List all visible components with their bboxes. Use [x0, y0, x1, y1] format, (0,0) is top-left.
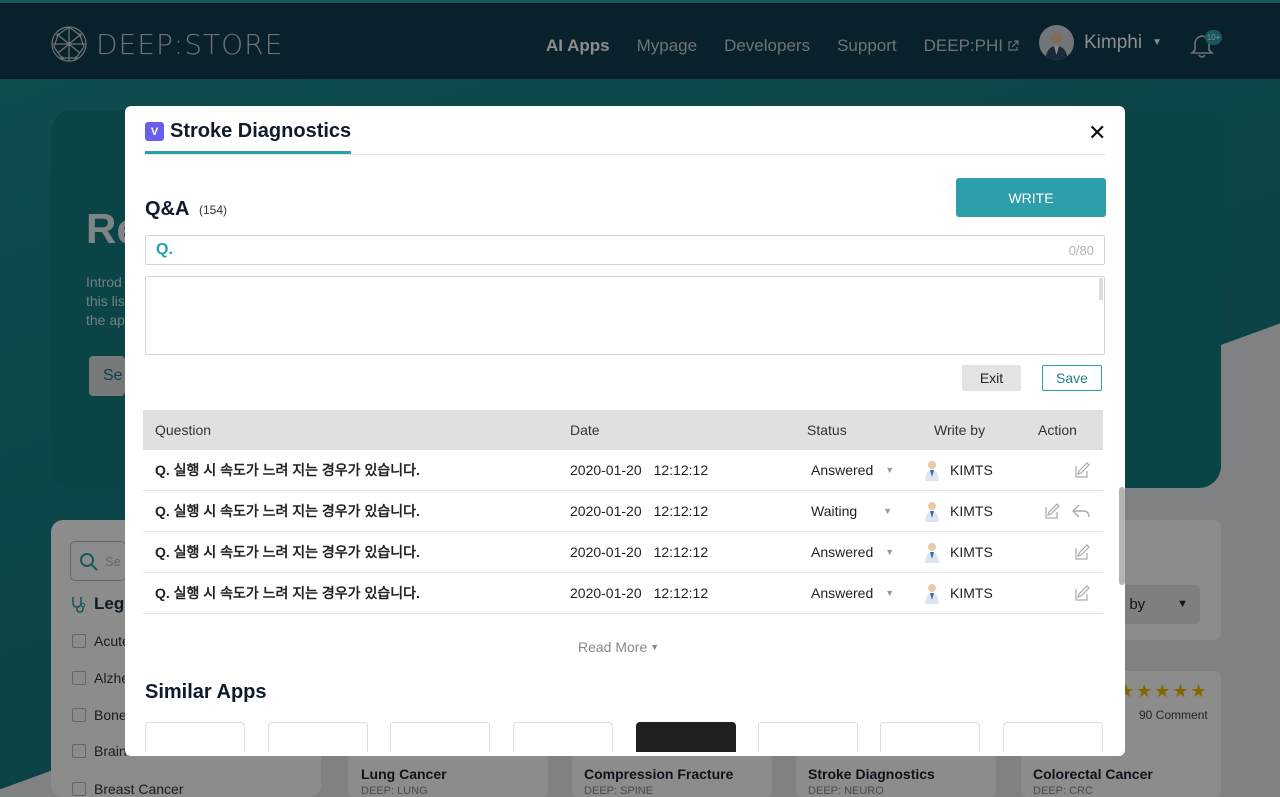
doctor-avatar-icon [925, 584, 939, 604]
similar-apps-title: Similar Apps [145, 681, 267, 703]
edit-icon[interactable] [1073, 584, 1091, 602]
writer-name: KIMTS [950, 503, 993, 519]
column-header-date: Date [570, 422, 600, 438]
qa-section-title: Q&A [145, 198, 190, 220]
edit-icon[interactable] [1043, 502, 1061, 520]
exit-button[interactable]: Exit [962, 365, 1021, 391]
question-text[interactable]: Q. 실행 시 속도가 느려 지는 경우가 있습니다. [143, 542, 558, 562]
save-button[interactable]: Save [1042, 365, 1102, 391]
date-value: 2020-01-20 [570, 585, 642, 601]
similar-app-card[interactable] [758, 722, 858, 752]
modal-scrollbar[interactable] [1119, 487, 1125, 585]
question-date: 2020-01-20 12:12:12 [558, 544, 795, 560]
status-value: Waiting [811, 503, 858, 519]
question-field[interactable]: Q. 0/80 [145, 235, 1105, 265]
column-header-question: Question [155, 422, 212, 438]
qa-table: Question Date Status Write by Action Q. … [143, 410, 1103, 614]
writer-name: KIMTS [950, 585, 993, 601]
date-value: 2020-01-20 [570, 544, 642, 560]
title-divider [145, 154, 1105, 155]
close-icon[interactable]: ✕ [1088, 122, 1106, 144]
row-actions [1030, 584, 1103, 602]
similar-app-card[interactable] [390, 722, 490, 752]
table-row[interactable]: Q. 실행 시 속도가 느려 지는 경우가 있습니다. 2020-01-20 12… [143, 450, 1103, 491]
edit-icon[interactable] [1073, 461, 1091, 479]
question-date: 2020-01-20 12:12:12 [558, 503, 795, 519]
writer-name: KIMTS [950, 462, 993, 478]
time-value: 12:12:12 [653, 585, 709, 601]
read-more-button[interactable]: Read More ▼ [578, 639, 659, 655]
question-text[interactable]: Q. 실행 시 속도가 느려 지는 경우가 있습니다. [143, 583, 558, 603]
doctor-avatar-icon [925, 461, 939, 481]
table-row[interactable]: Q. 실행 시 속도가 느려 지는 경우가 있습니다. 2020-01-20 12… [143, 573, 1103, 614]
status-value: Answered [811, 544, 874, 560]
modal-title: Stroke Diagnostics [170, 120, 352, 142]
caret-down-icon: ▼ [883, 506, 893, 516]
qa-modal: V Stroke Diagnostics ✕ Q&A (154) WRITE Q… [125, 106, 1125, 756]
table-row[interactable]: Q. 실행 시 속도가 느려 지는 경우가 있습니다. 2020-01-20 12… [143, 532, 1103, 573]
qa-count: (154) [199, 203, 228, 217]
row-actions [1030, 461, 1103, 479]
question-text[interactable]: Q. 실행 시 속도가 느려 지는 경우가 있습니다. [143, 460, 558, 480]
writer: KIMTS [924, 500, 1030, 522]
similar-app-card[interactable] [1003, 722, 1103, 752]
time-value: 12:12:12 [653, 503, 709, 519]
app-icon: V [145, 122, 164, 141]
writer: KIMTS [924, 582, 1030, 604]
column-header-writer: Write by [934, 422, 986, 438]
time-value: 12:12:12 [653, 544, 709, 560]
question-date: 2020-01-20 12:12:12 [558, 585, 795, 601]
date-value: 2020-01-20 [570, 462, 642, 478]
row-actions [1030, 543, 1103, 561]
question-date: 2020-01-20 12:12:12 [558, 462, 795, 478]
caret-down-icon: ▼ [885, 547, 895, 557]
writer-name: KIMTS [950, 544, 993, 560]
read-more-label: Read More [578, 639, 648, 655]
question-text[interactable]: Q. 실행 시 속도가 느려 지는 경우가 있습니다. [143, 501, 558, 521]
similar-app-card[interactable] [513, 722, 613, 752]
column-header-action: Action [1038, 422, 1077, 438]
status-dropdown[interactable]: Waiting ▼ [795, 503, 924, 519]
caret-down-icon: ▼ [885, 588, 895, 598]
question-body-textarea[interactable] [145, 276, 1105, 355]
modal-title-tab: V Stroke Diagnostics [145, 120, 352, 154]
caret-down-icon: ▼ [885, 465, 895, 475]
similar-app-card[interactable] [880, 722, 980, 752]
similar-app-card[interactable] [268, 722, 368, 752]
status-dropdown[interactable]: Answered ▼ [795, 462, 924, 478]
table-row[interactable]: Q. 실행 시 속도가 느려 지는 경우가 있습니다. 2020-01-20 12… [143, 491, 1103, 532]
status-dropdown[interactable]: Answered ▼ [795, 544, 924, 560]
writer: KIMTS [924, 459, 1030, 481]
writer: KIMTS [924, 541, 1030, 563]
table-header: Question Date Status Write by Action [143, 410, 1103, 450]
textarea-scrollbar[interactable] [1099, 278, 1103, 300]
question-title-input[interactable] [176, 242, 1069, 258]
reply-icon[interactable] [1071, 502, 1091, 520]
doctor-avatar-icon [925, 543, 939, 563]
write-button[interactable]: WRITE [956, 178, 1106, 217]
column-header-status: Status [807, 422, 847, 438]
time-value: 12:12:12 [653, 462, 709, 478]
status-value: Answered [811, 585, 874, 601]
doctor-avatar-icon [925, 502, 939, 522]
question-prefix: Q. [156, 241, 173, 258]
row-actions [1030, 502, 1103, 520]
status-value: Answered [811, 462, 874, 478]
status-dropdown[interactable]: Answered ▼ [795, 585, 924, 601]
edit-icon[interactable] [1073, 543, 1091, 561]
date-value: 2020-01-20 [570, 503, 642, 519]
similar-app-card[interactable] [145, 722, 245, 752]
similar-app-card[interactable] [636, 722, 736, 752]
character-counter: 0/80 [1068, 242, 1094, 258]
caret-down-icon: ▼ [650, 642, 660, 652]
